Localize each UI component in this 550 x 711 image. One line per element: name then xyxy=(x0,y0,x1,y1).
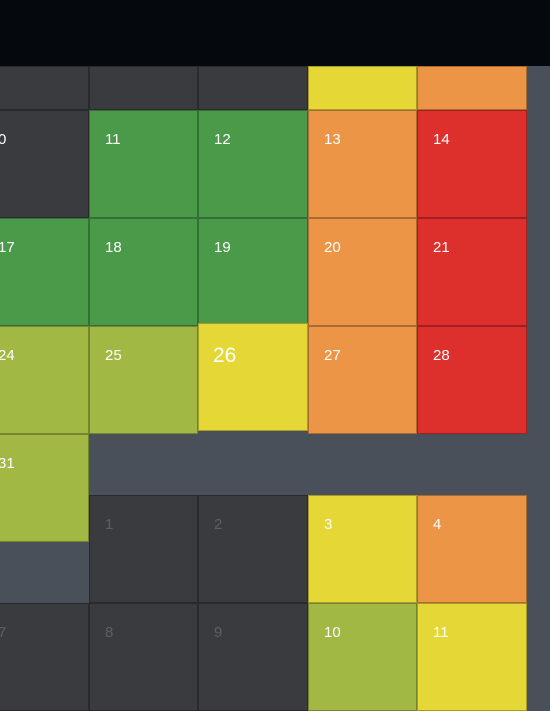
calendar-day-cell[interactable]: 7 xyxy=(0,603,89,711)
calendar-day-cell[interactable]: 18 xyxy=(89,218,198,326)
calendar-day-cell[interactable] xyxy=(308,66,417,110)
calendar-day-cell[interactable] xyxy=(198,66,308,110)
day-number: 11 xyxy=(433,624,449,641)
day-number: 4 xyxy=(433,516,442,533)
day-number: 3 xyxy=(324,516,333,533)
calendar-day-cell[interactable]: 28 xyxy=(417,326,527,434)
calendar-day-cell[interactable]: 17 xyxy=(0,218,89,326)
calendar-day-cell[interactable]: 0 xyxy=(0,110,89,218)
day-number: 9 xyxy=(214,624,223,641)
calendar-day-cell[interactable]: 25 xyxy=(89,326,198,434)
calendar-day-cell[interactable]: 2 xyxy=(198,495,308,603)
calendar-day-cell[interactable]: 13 xyxy=(308,110,417,218)
day-number: 11 xyxy=(105,131,121,148)
month-calendar-grid: 0 11 12 13 14 17 18 19 20 21 24 25 26 27 28 31 1 2 3 4 7 8 9 10… xyxy=(0,0,550,711)
day-number: 21 xyxy=(433,239,450,256)
calendar-day-cell[interactable]: 9 xyxy=(198,603,308,711)
day-number: 14 xyxy=(433,131,450,148)
day-number: 27 xyxy=(324,347,341,364)
calendar-day-cell[interactable]: 14 xyxy=(417,110,527,218)
day-number: 13 xyxy=(324,131,341,148)
calendar-day-cell[interactable]: 4 xyxy=(417,495,527,603)
calendar-day-cell[interactable]: 12 xyxy=(198,110,308,218)
calendar-day-cell[interactable] xyxy=(89,66,198,110)
calendar-day-cell[interactable]: 1 xyxy=(89,495,198,603)
calendar-day-cell[interactable]: 24 xyxy=(0,326,89,434)
day-number: 24 xyxy=(0,347,15,364)
day-number: 8 xyxy=(105,624,114,641)
day-number: 10 xyxy=(324,624,341,641)
day-number: 0 xyxy=(0,131,7,148)
calendar-day-cell[interactable]: 3 xyxy=(308,495,417,603)
calendar-day-cell[interactable]: 11 xyxy=(417,603,527,711)
day-number: 18 xyxy=(105,239,122,256)
day-number: 26 xyxy=(213,344,237,367)
calendar-day-cell[interactable] xyxy=(0,66,89,110)
day-number: 7 xyxy=(0,624,7,641)
calendar-day-cell[interactable]: 26 xyxy=(198,323,308,431)
calendar-day-cell[interactable]: 27 xyxy=(308,326,417,434)
day-number: 17 xyxy=(0,239,15,256)
calendar-day-cell[interactable]: 21 xyxy=(417,218,527,326)
day-number: 31 xyxy=(0,455,15,472)
calendar-day-cell[interactable] xyxy=(417,66,527,110)
calendar-day-cell[interactable]: 10 xyxy=(308,603,417,711)
day-number: 1 xyxy=(105,516,114,533)
day-number: 25 xyxy=(105,347,122,364)
day-number: 20 xyxy=(324,239,341,256)
calendar-day-cell[interactable]: 8 xyxy=(89,603,198,711)
day-number: 2 xyxy=(214,516,223,533)
calendar-day-cell[interactable]: 11 xyxy=(89,110,198,218)
calendar-day-cell[interactable]: 19 xyxy=(198,218,308,326)
day-number: 28 xyxy=(433,347,450,364)
day-number: 19 xyxy=(214,239,231,256)
calendar-day-cell[interactable]: 31 xyxy=(0,434,89,542)
calendar-day-cell[interactable]: 20 xyxy=(308,218,417,326)
day-number: 12 xyxy=(214,131,231,148)
